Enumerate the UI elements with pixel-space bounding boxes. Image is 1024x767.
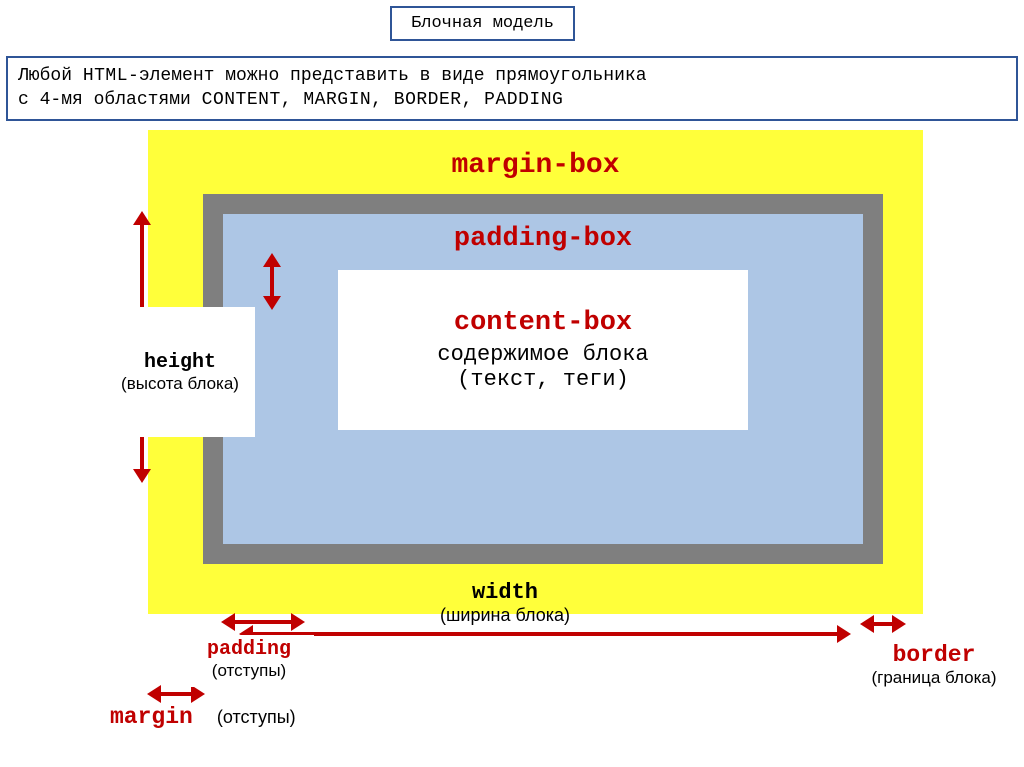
margin-title: margin — [110, 704, 193, 730]
margin-label: margin (отступы) — [110, 704, 296, 730]
content-box: content-box содержимое блока (текст, тег… — [338, 270, 748, 430]
width-label: width (ширина блока) — [440, 580, 570, 626]
padding-box-label: padding-box — [454, 224, 632, 254]
margin-subtitle: (отступы) — [217, 707, 296, 727]
border-subtitle: (граница блока) — [870, 668, 998, 688]
desc-line2-prefix: с 4-мя областями — [18, 90, 202, 110]
box-model-diagram: margin-box padding-box content-box содер… — [0, 122, 1024, 767]
desc-areas: content, margin, border, padding — [202, 90, 564, 110]
desc-keyword-html: HTML — [83, 66, 128, 86]
content-box-title: content-box — [454, 308, 632, 338]
width-title: width — [440, 580, 570, 605]
width-subtitle: (ширина блока) — [440, 605, 570, 626]
margin-box-label: margin-box — [148, 150, 923, 181]
border-box: padding-box content-box содержимое блока… — [203, 194, 883, 564]
width-arrow — [250, 632, 840, 636]
padding-title: padding — [188, 638, 310, 661]
height-title: height — [144, 351, 216, 374]
desc-line1-prefix: Любой — [18, 66, 83, 86]
border-title: border — [870, 642, 998, 668]
content-box-text-2: (текст, теги) — [457, 367, 629, 392]
border-arrow — [871, 622, 895, 626]
desc-line1-suffix: -элемент можно представить в виде прямоу… — [128, 66, 646, 86]
title-box: Блочная модель — [390, 6, 575, 41]
margin-box: margin-box padding-box content-box содер… — [148, 130, 923, 614]
description-box: Любой HTML-элемент можно представить в в… — [6, 56, 1018, 121]
content-box-text-1: содержимое блока — [437, 342, 648, 367]
padding-subtitle: (отступы) — [188, 661, 310, 681]
padding-arrow — [232, 620, 294, 624]
padding-label: padding (отступы) — [184, 635, 314, 687]
title-text: Блочная модель — [411, 14, 554, 33]
height-label: height (высота блока) — [105, 307, 255, 437]
border-label: border (граница блока) — [864, 638, 1004, 692]
margin-arrow — [158, 692, 194, 696]
height-subtitle: (высота блока) — [121, 374, 239, 394]
padding-box: padding-box content-box содержимое блока… — [223, 214, 863, 544]
height-arrow-inner — [270, 264, 274, 299]
